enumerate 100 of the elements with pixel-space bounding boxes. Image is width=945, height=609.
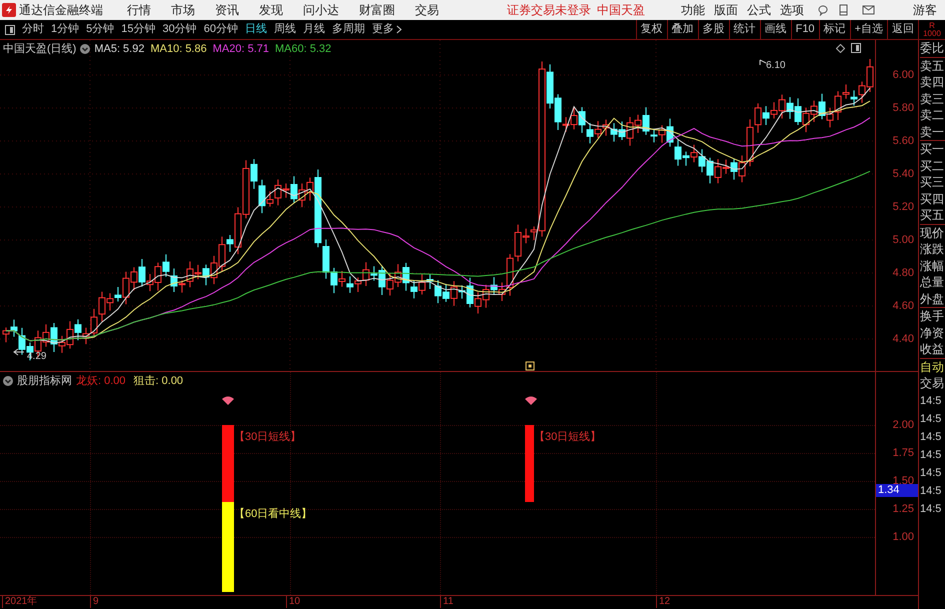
toolbar-button[interactable]: 复权 bbox=[636, 20, 667, 40]
period-tab[interactable]: 15分钟 bbox=[121, 21, 156, 38]
corner-label: 1000 bbox=[923, 30, 941, 38]
axis-label: 5.00 bbox=[892, 234, 914, 246]
mode-label[interactable]: 自动 bbox=[920, 358, 945, 375]
current-value-badge: 1.34 bbox=[876, 484, 918, 497]
quote-label: 买二 bbox=[920, 158, 945, 174]
signal-icon bbox=[524, 395, 538, 405]
mail-icon[interactable] bbox=[862, 5, 875, 15]
toolbar-button[interactable]: 返回 bbox=[887, 20, 918, 40]
quote-label: 总量 bbox=[920, 274, 945, 290]
quote-label: 换手 bbox=[920, 307, 945, 324]
trade-time: 14:5 bbox=[920, 412, 942, 426]
axis-label: 5.20 bbox=[892, 201, 914, 213]
moving-average-label: MA5: 5.92 bbox=[94, 42, 144, 57]
axis-label: 1.00 bbox=[892, 531, 914, 543]
menu-item[interactable]: 行情 bbox=[127, 1, 151, 19]
toolbar-button[interactable]: F10 bbox=[790, 20, 819, 40]
arrow-icon bbox=[13, 348, 24, 356]
trade-time: 14:5 bbox=[920, 466, 942, 480]
signal-label: 【30日短线】 bbox=[234, 430, 302, 445]
axis-label: 2021年 bbox=[2, 596, 38, 608]
app-title: 通达信金融终端 bbox=[19, 2, 104, 19]
axis-label: 4.80 bbox=[892, 267, 914, 279]
moving-average-label: MA10: 5.86 bbox=[150, 42, 207, 57]
stock-name: 中国天盈 bbox=[597, 2, 645, 19]
quote-label: 买五 bbox=[920, 207, 945, 224]
menu-item[interactable]: 交易 bbox=[415, 1, 439, 19]
quote-label: 卖四 bbox=[920, 74, 945, 90]
chart-title: 中国天盈(日线) bbox=[3, 42, 76, 57]
axis-label: 5.60 bbox=[892, 135, 914, 147]
axis-label: 1.25 bbox=[892, 503, 914, 515]
arrow-icon bbox=[760, 60, 766, 66]
axis-label: 1.75 bbox=[892, 447, 914, 459]
dropdown-icon[interactable] bbox=[80, 44, 90, 54]
period-tab[interactable]: 多周期 bbox=[332, 21, 365, 38]
diamond-icon[interactable] bbox=[836, 44, 845, 52]
menu-item[interactable]: 财富圈 bbox=[359, 1, 395, 19]
period-tab[interactable]: 5分钟 bbox=[86, 21, 114, 38]
panel-toggle-icon[interactable] bbox=[5, 24, 15, 34]
quote-label: 涨跌 bbox=[920, 241, 945, 258]
quote-label: 卖三 bbox=[920, 90, 945, 107]
user-label[interactable]: 游客 bbox=[913, 1, 937, 19]
price-mark: 6.10 bbox=[766, 59, 786, 73]
menu-item[interactable]: 发现 bbox=[259, 1, 283, 19]
period-tab[interactable]: 分时 bbox=[22, 21, 44, 38]
menu-item[interactable]: 问小达 bbox=[303, 1, 339, 19]
toolbar-button[interactable]: 统计 bbox=[728, 20, 760, 40]
quote-label: 净资 bbox=[920, 324, 945, 341]
period-tab[interactable]: 日线 bbox=[245, 21, 267, 38]
axis-label: 4.60 bbox=[892, 300, 914, 312]
axis-label: 5.40 bbox=[892, 168, 914, 180]
panel-toggle-icon[interactable] bbox=[851, 43, 861, 53]
chevron-icon bbox=[396, 25, 402, 34]
period-tab[interactable]: 月线 bbox=[303, 21, 325, 38]
toolbar-button[interactable]: 画线 bbox=[760, 20, 791, 40]
period-tab[interactable]: 60分钟 bbox=[204, 21, 238, 38]
quote-label: 卖五 bbox=[920, 56, 945, 74]
period-tab[interactable]: 1分钟 bbox=[51, 21, 80, 38]
menu-item[interactable]: 选项 bbox=[780, 1, 804, 19]
quote-label: 卖一 bbox=[920, 124, 945, 140]
quote-label: 涨幅 bbox=[920, 258, 945, 274]
login-notice[interactable]: 证券交易未登录 bbox=[507, 1, 591, 19]
menu-item[interactable]: 公式 bbox=[747, 1, 771, 19]
toolbar-button[interactable]: +自选 bbox=[850, 20, 887, 40]
chat-icon[interactable] bbox=[818, 4, 829, 16]
axis-label: 5.80 bbox=[892, 102, 914, 114]
period-tab[interactable]: 周线 bbox=[274, 21, 296, 38]
indicator-value: 狙击: 0.00 bbox=[134, 374, 184, 389]
axis-label: 9 bbox=[90, 596, 99, 608]
quote-label: 收益 bbox=[920, 341, 945, 358]
period-tab[interactable]: 30分钟 bbox=[162, 21, 197, 38]
dropdown-icon[interactable] bbox=[3, 376, 13, 386]
axis-label: 4.40 bbox=[892, 333, 914, 345]
quote-label: 卖二 bbox=[920, 107, 945, 124]
period-tab[interactable]: 更多 bbox=[372, 21, 402, 38]
quote-label: 现价 bbox=[920, 224, 945, 241]
trade-time: 14:5 bbox=[920, 430, 942, 444]
signal-label: 【60日看中线】 bbox=[234, 506, 312, 522]
signal-label: 【30日短线】 bbox=[534, 430, 602, 445]
quote-label: 买三 bbox=[920, 174, 945, 190]
axis-label: 2.00 bbox=[892, 419, 914, 431]
toolbar-button[interactable]: 标记 bbox=[818, 20, 850, 40]
menu-item[interactable]: 市场 bbox=[171, 1, 195, 19]
menu-item[interactable]: 版面 bbox=[714, 1, 738, 19]
trade-time: 14:5 bbox=[920, 394, 942, 408]
axis-label: 11 bbox=[440, 596, 454, 608]
menu-item[interactable]: 功能 bbox=[681, 1, 705, 19]
quote-label: 外盘 bbox=[920, 290, 945, 307]
trade-time: 14:5 bbox=[920, 484, 942, 498]
axis-label: 6.00 bbox=[892, 69, 914, 81]
trade-time: 14:5 bbox=[920, 448, 942, 462]
phone-icon[interactable] bbox=[839, 4, 848, 16]
moving-average-label: MA60: 5.32 bbox=[275, 42, 332, 57]
marker-icon bbox=[526, 362, 534, 370]
menu-item[interactable]: 资讯 bbox=[215, 1, 239, 19]
toolbar-button[interactable]: 多股 bbox=[698, 20, 729, 40]
quote-label: 委比 bbox=[920, 40, 945, 56]
toolbar-button[interactable]: 叠加 bbox=[666, 20, 698, 40]
trade-header: 交易 bbox=[920, 375, 945, 392]
